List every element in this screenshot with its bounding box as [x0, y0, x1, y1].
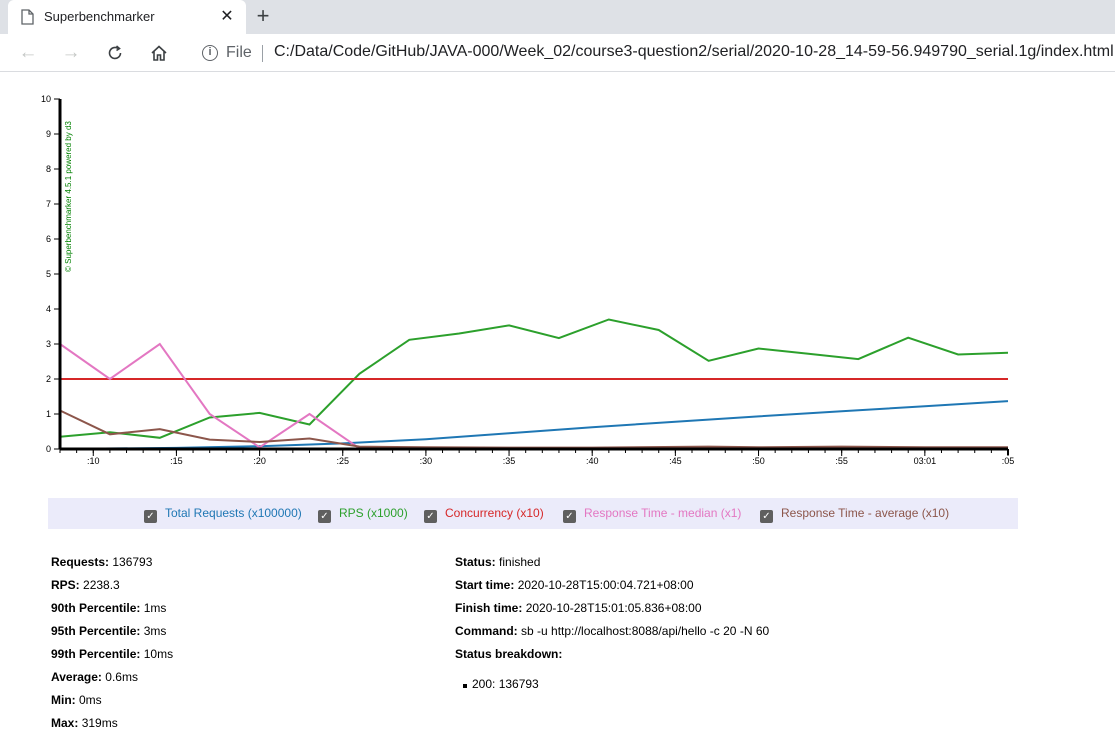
x-tick-label: 03:01	[914, 456, 937, 466]
chart-legend: ✓ Total Requests (x100000) ✓ RPS (x1000) ✓…	[48, 498, 1018, 529]
stat-status: Status: finished	[455, 555, 541, 569]
x-tick-label: :55	[835, 456, 848, 466]
legend-item-total-requests[interactable]: ✓ Total Requests (x100000)	[144, 506, 302, 523]
y-tick-label: 1	[46, 409, 51, 419]
home-icon[interactable]	[145, 39, 173, 67]
chart-watermark: © Superbenchmarker 4.5.1 powered by d3	[64, 121, 73, 272]
legend-label: Total Requests (x100000)	[165, 506, 302, 520]
browser-tab[interactable]: Superbenchmarker ✕	[8, 0, 246, 34]
address-separator	[262, 45, 263, 62]
stat-average: Average: 0.6ms	[51, 670, 138, 684]
stat-finish-time: Finish time: 2020-10-28T15:01:05.836+08:…	[455, 601, 702, 615]
close-icon[interactable]: ✕	[216, 6, 238, 28]
legend-item-response-median[interactable]: ✓ Response Time - median (x1)	[563, 506, 741, 523]
y-tick-label: 7	[46, 199, 51, 209]
y-tick-label: 2	[46, 374, 51, 384]
checkbox-checked-icon[interactable]: ✓	[563, 510, 576, 523]
x-tick-label: :25	[336, 456, 349, 466]
stat-min: Min: 0ms	[51, 693, 102, 707]
page-icon	[21, 9, 34, 25]
file-label: File	[226, 44, 252, 61]
x-tick-label: :30	[420, 456, 433, 466]
back-icon[interactable]: ←	[14, 39, 42, 67]
tab-bar: Superbenchmarker ✕ +	[0, 0, 1115, 34]
stats-right: Status: finished Start time: 2020-10-28T…	[455, 551, 769, 666]
stat-status-breakdown: Status breakdown:	[455, 647, 563, 661]
url-text[interactable]: C:/Data/Code/GitHub/JAVA-000/Week_02/cou…	[274, 43, 1114, 61]
stat-p99: 99th Percentile: 10ms	[51, 647, 174, 661]
x-tick-label: :50	[752, 456, 765, 466]
stat-p95: 95th Percentile: 3ms	[51, 624, 167, 638]
checkbox-checked-icon[interactable]: ✓	[144, 510, 157, 523]
stat-start-time: Start time: 2020-10-28T15:00:04.721+08:0…	[455, 578, 694, 592]
checkbox-checked-icon[interactable]: ✓	[760, 510, 773, 523]
status-breakdown-item: 200: 136793	[463, 677, 539, 691]
x-tick-label: :15	[170, 456, 183, 466]
stat-command: Command: sb -u http://localhost:8088/api…	[455, 624, 770, 638]
info-icon[interactable]: i	[202, 45, 218, 61]
legend-label: Concurrency (x10)	[445, 506, 544, 520]
legend-label: Response Time - median (x1)	[584, 506, 742, 520]
checkbox-checked-icon[interactable]: ✓	[424, 510, 437, 523]
legend-label: Response Time - average (x10)	[781, 506, 950, 520]
stats-left: Requests: 136793 RPS: 2238.3 90th Percen…	[51, 551, 173, 735]
forward-icon[interactable]: →	[57, 39, 85, 67]
new-tab-button[interactable]: +	[252, 3, 274, 29]
stat-max: Max: 319ms	[51, 716, 118, 730]
x-tick-label: :35	[503, 456, 516, 466]
tab-title: Superbenchmarker	[44, 9, 155, 24]
checkbox-checked-icon[interactable]: ✓	[318, 510, 331, 523]
browser-toolbar: ← → i File C:/Data/Code/GitHub/JAVA-000/…	[0, 34, 1115, 72]
y-tick-label: 9	[46, 129, 51, 139]
y-tick-label: 6	[46, 234, 51, 244]
y-tick-label: 10	[41, 94, 51, 104]
legend-item-rps[interactable]: ✓ RPS (x1000)	[318, 506, 408, 523]
y-tick-label: 5	[46, 269, 51, 279]
address-bar[interactable]: i File C:/Data/Code/GitHub/JAVA-000/Week…	[190, 37, 1115, 69]
stat-p90: 90th Percentile: 1ms	[51, 601, 167, 615]
legend-item-response-average[interactable]: ✓ Response Time - average (x10)	[760, 506, 949, 523]
y-tick-label: 3	[46, 339, 51, 349]
legend-label: RPS (x1000)	[339, 506, 408, 520]
series-line-4	[59, 409, 1008, 449]
x-tick-label: :20	[253, 456, 266, 466]
y-tick-label: 4	[46, 304, 51, 314]
stat-requests: Requests: 136793	[51, 555, 153, 569]
x-tick-label: :10	[87, 456, 100, 466]
legend-item-concurrency[interactable]: ✓ Concurrency (x10)	[424, 506, 544, 523]
benchmark-chart: © Superbenchmarker 4.5.1 powered by d3 0…	[41, 94, 1015, 466]
series-line-0	[59, 400, 1009, 450]
stat-rps: RPS: 2238.3	[51, 578, 120, 592]
x-tick-label: :40	[586, 456, 599, 466]
x-tick-label: :05	[1002, 456, 1015, 466]
y-tick-label: 0	[46, 444, 51, 454]
x-tick-label: :45	[669, 456, 682, 466]
reload-icon[interactable]	[101, 39, 129, 67]
y-tick-label: 8	[46, 164, 51, 174]
